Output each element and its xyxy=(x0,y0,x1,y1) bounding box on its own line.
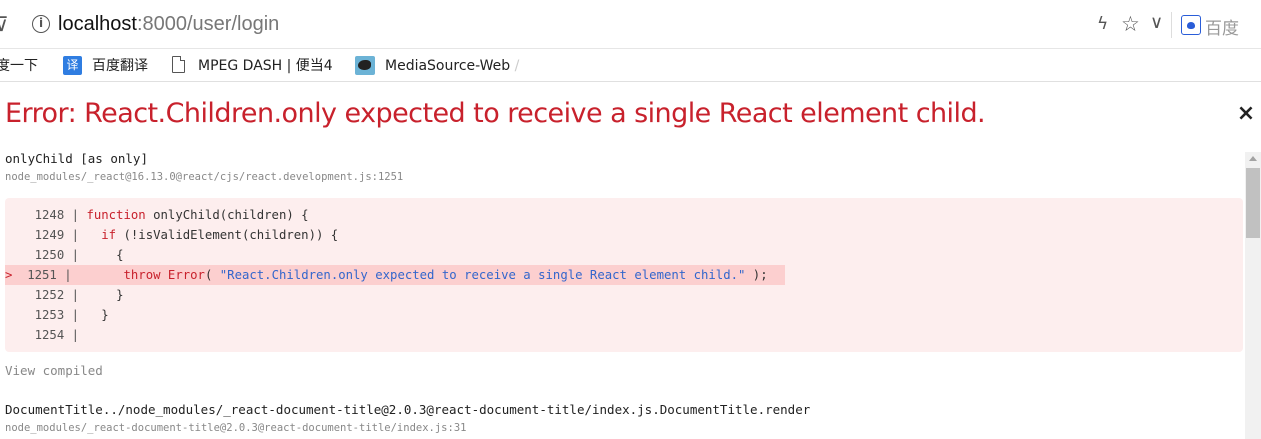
chevron-down-icon[interactable]: ∨ xyxy=(1150,12,1163,33)
code-snippet: 1248 | function onlyChild(children) { 12… xyxy=(5,198,1243,352)
line-number: 1252 xyxy=(34,288,65,302)
translate-icon[interactable]: 译 xyxy=(63,56,82,75)
bookmark-mediasource[interactable]: MediaSource-Web / xyxy=(385,57,519,75)
bolt-icon[interactable]: ϟ xyxy=(1097,14,1108,34)
document-icon[interactable] xyxy=(172,56,185,73)
url-path: :8000/user/login xyxy=(136,13,280,35)
error-overlay: Error: React.Children.only expected to r… xyxy=(0,82,1261,439)
line-number: 1251 xyxy=(27,268,57,282)
bookmark-fade: / xyxy=(510,58,520,74)
view-compiled-link[interactable]: View compiled xyxy=(5,363,103,378)
search-engine-label[interactable]: 百度 xyxy=(1205,14,1239,39)
line-number: 1249 xyxy=(34,228,65,242)
bookmarks-bar: 度一下 译 百度翻译 MPEG DASH | 便当4 MediaSource-W… xyxy=(0,49,1261,82)
code-line: 1248 | function onlyChild(children) { xyxy=(34,208,309,222)
address-bar: ⊽ i localhost:8000/user/login ϟ ☆ ∨ 百度 xyxy=(0,0,1261,49)
line-number: 1253 xyxy=(34,308,65,322)
code-line: 1253 | } xyxy=(34,308,109,322)
info-icon[interactable]: i xyxy=(32,15,50,33)
line-number: 1250 xyxy=(34,248,65,262)
star-icon[interactable]: ☆ xyxy=(1121,12,1140,36)
stack-frame-function: DocumentTitle../node_modules/_react-docu… xyxy=(5,402,811,417)
scrollbar[interactable] xyxy=(1245,152,1261,439)
code-line: 1250 | { xyxy=(34,248,124,262)
stack-frame-function: onlyChild [as only] xyxy=(5,151,148,166)
baidu-paw-icon[interactable] xyxy=(1181,15,1201,35)
stack-frame-file[interactable]: node_modules/_react@16.13.0@react/cjs/re… xyxy=(5,171,403,183)
line-number: 1254 xyxy=(34,328,65,342)
url-field[interactable]: localhost:8000/user/login xyxy=(58,11,279,37)
back-icon[interactable]: ⊽ xyxy=(0,12,9,36)
line-number: 1248 xyxy=(34,208,65,222)
close-button[interactable]: × xyxy=(1236,103,1256,125)
error-title: Error: React.Children.only expected to r… xyxy=(5,98,986,129)
bookmark-mpeg-dash[interactable]: MPEG DASH | 便当4 xyxy=(198,57,333,75)
code-line: 1249 | if (!isValidElement(children)) { xyxy=(34,228,339,242)
bird-icon[interactable] xyxy=(355,56,375,75)
code-line: 1252 | } xyxy=(34,288,124,302)
code-line: 1254 | xyxy=(34,328,80,342)
stack-frame-file[interactable]: node_modules/_react-document-title@2.0.3… xyxy=(5,422,466,434)
divider xyxy=(1171,12,1172,38)
bookmark-baidu[interactable]: 度一下 xyxy=(0,57,38,75)
url-host: localhost xyxy=(58,13,137,35)
scroll-up-arrow-icon[interactable] xyxy=(1249,156,1257,161)
bookmark-baidu-translate[interactable]: 百度翻译 xyxy=(92,57,148,75)
bookmark-mediasource-label: MediaSource-Web xyxy=(385,58,511,74)
scroll-thumb[interactable] xyxy=(1246,168,1260,238)
code-line-highlighted: > 1251 | throw Error( "React.Children.on… xyxy=(5,265,785,285)
